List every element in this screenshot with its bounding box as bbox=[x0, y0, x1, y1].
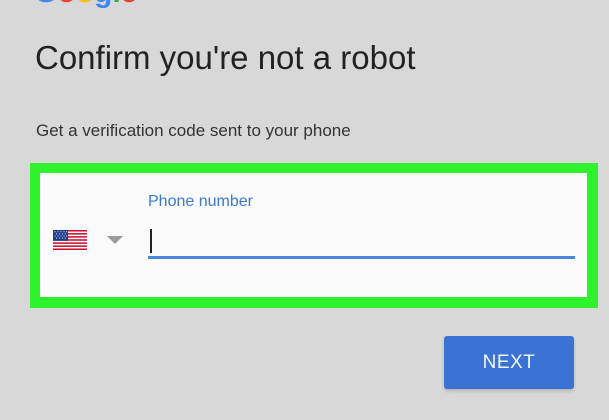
google-logo: Google bbox=[34, 0, 137, 8]
country-dropdown-caret-icon[interactable] bbox=[107, 236, 123, 244]
phone-number-label: Phone number bbox=[148, 193, 253, 210]
logo-letter: l bbox=[112, 0, 120, 8]
phone-number-input[interactable] bbox=[148, 227, 575, 259]
logo-letter: o bbox=[57, 0, 75, 8]
logo-letter: e bbox=[121, 0, 138, 8]
logo-letter: G bbox=[34, 0, 57, 8]
logo-letter: g bbox=[94, 0, 112, 8]
page-title: Confirm you're not a robot bbox=[35, 39, 416, 76]
us-flag-icon[interactable] bbox=[53, 230, 87, 250]
verification-page: Google Confirm you're not a robot Get a … bbox=[0, 0, 609, 420]
page-subtitle: Get a verification code sent to your pho… bbox=[36, 121, 351, 140]
next-button[interactable]: NEXT bbox=[444, 336, 574, 389]
phone-input-card: Phone number bbox=[40, 173, 587, 297]
logo-letter: o bbox=[76, 0, 94, 8]
text-cursor bbox=[150, 229, 152, 253]
